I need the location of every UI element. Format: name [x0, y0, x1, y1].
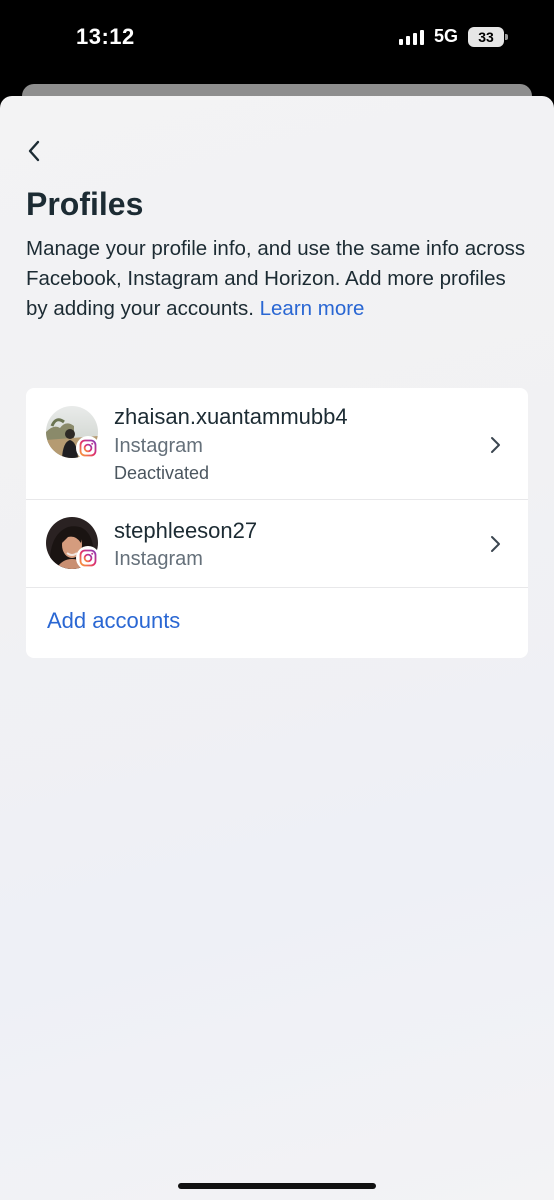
battery-icon: 33	[468, 26, 508, 47]
chevron-right-icon	[491, 437, 500, 453]
profiles-card: zhaisan.xuantammubb4 Instagram Deactivat…	[26, 388, 528, 658]
chevron-left-icon	[28, 140, 40, 162]
phone-screen: 13:12 5G 33 Profiles Manage your profile…	[0, 0, 554, 1200]
network-type: 5G	[433, 26, 458, 46]
profile-username: stephleeson27	[114, 518, 258, 543]
profiles-sheet: Profiles Manage your profile info, and u…	[0, 96, 554, 1200]
instagram-icon	[79, 439, 97, 457]
home-indicator[interactable]	[178, 1183, 376, 1189]
instagram-badge	[76, 546, 100, 570]
page-title: Profiles	[26, 186, 144, 222]
learn-more-link[interactable]: Learn more	[260, 297, 365, 320]
profile-platform: Instagram	[114, 548, 203, 570]
profile-username: zhaisan.xuantammubb4	[114, 404, 348, 429]
instagram-icon	[79, 549, 97, 567]
profile-row[interactable]: stephleeson27 Instagram	[26, 500, 528, 588]
chevron-right-icon	[491, 536, 500, 552]
status-bar: 13:12 5G 33	[0, 0, 554, 80]
instagram-badge	[76, 436, 100, 460]
battery-level: 33	[478, 28, 494, 45]
profile-status: Deactivated	[114, 463, 210, 483]
cellular-signal-icon	[398, 29, 424, 45]
page-description: Manage your profile info, and use the sa…	[26, 234, 526, 324]
status-indicators: 5G 33	[398, 26, 508, 47]
status-time: 13:12	[76, 24, 135, 49]
back-button[interactable]	[22, 136, 46, 166]
profile-platform: Instagram	[114, 435, 203, 457]
profile-row[interactable]: zhaisan.xuantammubb4 Instagram Deactivat…	[26, 388, 528, 500]
add-accounts-button[interactable]: Add accounts	[47, 608, 180, 634]
